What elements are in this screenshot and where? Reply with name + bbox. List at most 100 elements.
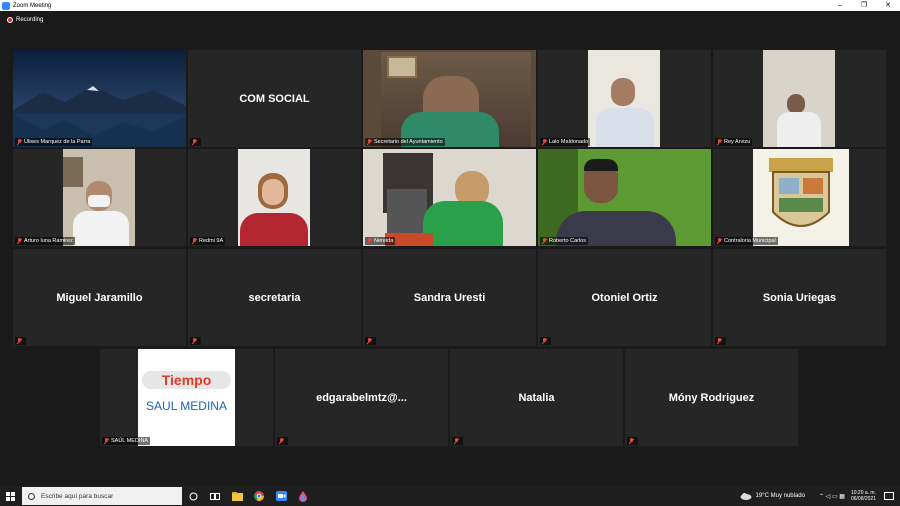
participant-tile[interactable]: Roberto Carlos — [538, 149, 711, 246]
participant-nameplate: Nereida — [365, 237, 396, 245]
participant-nameplate — [715, 337, 726, 345]
task-view-icon[interactable] — [204, 486, 226, 506]
weather-label[interactable]: 19°C Muy nublado — [756, 493, 805, 499]
participant-tile[interactable]: edgarabelmtz@... — [275, 349, 448, 446]
search-placeholder: Escribe aquí para buscar — [41, 492, 114, 500]
tiempo-logo: Tiempo — [142, 371, 231, 389]
mic-muted-icon — [542, 139, 547, 145]
restore-button[interactable]: ❐ — [852, 0, 876, 11]
participant-tile[interactable]: Sandra Uresti — [363, 249, 536, 346]
taskbar-search-input[interactable]: Escribe aquí para buscar — [22, 487, 182, 505]
participant-display-name: Otoniel Ortiz — [591, 291, 658, 304]
record-icon — [7, 16, 13, 23]
mic-muted-icon — [717, 338, 722, 344]
participant-tile[interactable]: Rey Arvizu — [713, 50, 886, 147]
saul-medina-logo-text: SAUL MEDINA — [146, 399, 227, 413]
participant-nameplate — [365, 337, 376, 345]
participant-tile[interactable]: COM SOCIAL — [188, 50, 361, 147]
zoom-taskbar-icon[interactable] — [270, 486, 292, 506]
participant-nameplate — [190, 138, 201, 146]
mic-muted-icon — [192, 238, 197, 244]
participant-tile[interactable]: Nereida — [363, 149, 536, 246]
mic-muted-icon — [17, 338, 22, 344]
participant-tile[interactable]: Ulises Marquez de la Parra — [13, 50, 186, 147]
municipal-crest-icon — [769, 158, 833, 227]
participant-nameplate: Ulises Marquez de la Parra — [15, 138, 93, 146]
participant-display-name: Natalia — [518, 391, 555, 404]
close-button[interactable]: ✕ — [876, 0, 900, 11]
participant-name: Ulises Marquez de la Parra — [24, 139, 91, 145]
participant-display-name: Mónу Rodriguez — [668, 391, 755, 404]
participant-name: SAÚL MEDINA — [111, 438, 149, 444]
title-bar: Zoom Meeting – ❐ ✕ — [0, 0, 900, 11]
participant-display-name: secretaria — [248, 291, 301, 304]
participant-nameplate: SAÚL MEDINA — [102, 437, 151, 445]
participant-display-name: COM SOCIAL — [239, 92, 310, 105]
mic-muted-icon — [192, 338, 197, 344]
participant-name: Redmi 9A — [199, 238, 224, 244]
paint-app-icon[interactable] — [292, 486, 314, 506]
mic-muted-icon — [717, 139, 722, 145]
participant-tile[interactable]: Secretario del Ayuntamiento — [363, 50, 536, 147]
tray-icons[interactable]: ⌃ ◁ ▭ ▦ — [819, 493, 845, 500]
participant-tile[interactable]: Sonia Uriegas — [713, 249, 886, 346]
participant-nameplate — [452, 437, 463, 445]
participant-nameplate — [15, 337, 26, 345]
clock[interactable]: 10:20 a. m. 06/08/2021 — [851, 490, 876, 502]
participant-name: Roberto Carlos — [549, 238, 586, 244]
participant-display-name: Miguel Jaramillo — [56, 291, 143, 304]
window-title: Zoom Meeting — [13, 2, 52, 9]
mic-muted-icon — [279, 438, 284, 444]
participant-display-name: edgarabelmtz@... — [316, 391, 407, 404]
participant-tile[interactable]: Mónу Rodriguez — [625, 349, 798, 446]
participant-tile[interactable]: Arturo luna Ramirez — [13, 149, 186, 246]
recording-indicator[interactable]: Recording — [0, 11, 900, 28]
participant-tile[interactable]: Otoniel Ortiz — [538, 249, 711, 346]
participant-display-name: Sandra Uresti — [413, 291, 486, 304]
zoom-app-icon — [2, 1, 10, 10]
cortana-icon[interactable] — [182, 486, 204, 506]
participant-nameplate — [627, 437, 638, 445]
participant-nameplate: Arturo luna Ramirez — [15, 237, 75, 245]
mic-muted-icon — [717, 238, 722, 244]
participant-nameplate — [190, 337, 201, 345]
minimize-button[interactable]: – — [828, 0, 852, 11]
participant-name: Rey Arvizu — [724, 139, 751, 145]
participant-nameplate: Contraloria Municipal — [715, 237, 778, 245]
mic-muted-icon — [542, 338, 547, 344]
participant-tile[interactable]: Miguel Jaramillo — [13, 249, 186, 346]
system-tray: 19°C Muy nublado ⌃ ◁ ▭ ▦ 10:20 a. m. 06/… — [740, 486, 900, 506]
chrome-icon[interactable] — [248, 486, 270, 506]
mic-muted-icon — [367, 139, 372, 145]
participant-tile[interactable]: Tiempo SAUL MEDINA SAÚL MEDINA — [100, 349, 273, 446]
mic-muted-icon — [17, 139, 22, 145]
participant-tile[interactable]: Contraloria Municipal — [713, 149, 886, 246]
windows-taskbar: Escribe aquí para buscar 19°C Muy nublad… — [0, 486, 900, 506]
mic-muted-icon — [104, 438, 109, 444]
participant-name: Lalo Maldonado — [549, 139, 589, 145]
logo-image — [138, 349, 235, 446]
notifications-icon[interactable] — [884, 491, 894, 501]
window-controls: – ❐ ✕ — [828, 0, 900, 11]
participant-name: Contraloria Municipal — [724, 238, 776, 244]
search-icon — [28, 492, 35, 500]
mic-muted-icon — [542, 238, 547, 244]
file-explorer-icon[interactable] — [226, 486, 248, 506]
mic-muted-icon — [367, 238, 372, 244]
participant-nameplate: Lalo Maldonado — [540, 138, 591, 146]
participant-nameplate: Secretario del Ayuntamiento — [365, 138, 445, 146]
cloud-icon — [740, 493, 752, 500]
participant-tile[interactable]: secretaria — [188, 249, 361, 346]
participant-tile[interactable]: Redmi 9A — [188, 149, 361, 246]
participant-nameplate: Rey Arvizu — [715, 138, 753, 146]
windows-start-icon[interactable] — [0, 486, 20, 506]
participant-nameplate: Roberto Carlos — [540, 237, 588, 245]
participant-name: Nereida — [374, 238, 394, 244]
participant-nameplate — [540, 337, 551, 345]
participant-tile[interactable]: Natalia — [450, 349, 623, 446]
participant-nameplate — [277, 437, 288, 445]
mic-muted-icon — [629, 438, 634, 444]
participant-tile[interactable]: Lalo Maldonado — [538, 50, 711, 147]
mic-muted-icon — [367, 338, 372, 344]
participant-display-name: Sonia Uriegas — [762, 291, 837, 304]
